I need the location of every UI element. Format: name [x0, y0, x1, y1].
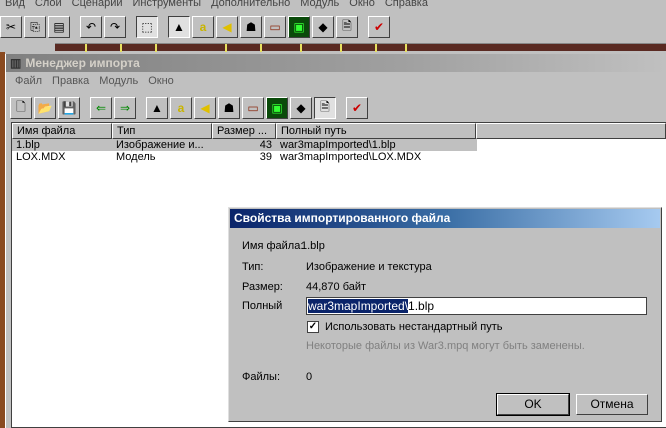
object-editor-icon[interactable]: a: [192, 16, 214, 38]
table-row[interactable]: LOX.MDX Модель 39 war3mapImported\LOX.MD…: [12, 151, 666, 163]
filename-value: 1.blp: [301, 240, 325, 252]
object-editor-icon[interactable]: a: [170, 97, 192, 119]
type-label: Тип:: [242, 261, 264, 273]
cancel-button[interactable]: Отмена: [576, 394, 648, 415]
menu-tools[interactable]: Инструменты: [128, 0, 207, 12]
export-file-icon[interactable]: ⇒: [114, 97, 136, 119]
menu-window[interactable]: Окно: [344, 0, 380, 12]
path-selected-text: war3mapImported\: [308, 299, 409, 313]
replace-note: Некоторые файлы из War3.mpq могут быть з…: [306, 340, 585, 352]
checkmark-icon: ✓: [307, 321, 319, 333]
custom-path-checkbox[interactable]: ✓ Использовать нестандартный путь: [307, 321, 503, 333]
undo-icon[interactable]: ↶: [80, 16, 102, 38]
cell-type: Модель: [116, 151, 156, 163]
window-menubar: Файл Правка Модуль Окно: [6, 72, 666, 90]
size-label: Размер:: [242, 281, 283, 293]
import-file-icon[interactable]: ⇐: [90, 97, 112, 119]
open-icon[interactable]: 📂: [34, 97, 56, 119]
menu-edit[interactable]: Правка: [47, 75, 94, 87]
test-map-icon[interactable]: ✔: [368, 16, 390, 38]
terrain-editor-icon[interactable]: ▲: [146, 97, 168, 119]
import-manager-icon[interactable]: 🗎: [336, 16, 358, 38]
column-filename[interactable]: Имя файла: [12, 123, 112, 139]
checkbox-label: Использовать нестандартный путь: [325, 321, 503, 333]
unit-editor-icon[interactable]: ☗: [240, 16, 262, 38]
cell-path: war3mapImported\LOX.MDX: [280, 151, 422, 163]
trigger-editor-icon[interactable]: ▭: [264, 16, 286, 38]
redo-icon[interactable]: ↷: [104, 16, 126, 38]
menu-advanced[interactable]: Дополнительно: [206, 0, 295, 12]
column-size[interactable]: Размер ...: [212, 123, 276, 139]
main-toolbar: ✂ ⎘ ▤ ↶ ↷ ⬚ ▲ a ◀ ☗ ▭ ▣ ◆ 🗎 ✔: [0, 16, 392, 38]
select-icon[interactable]: ⬚: [136, 16, 158, 38]
menu-scenario[interactable]: Сценарий: [67, 0, 128, 12]
map-canvas-strip: [55, 43, 666, 52]
window-title: Менеджер импорта: [25, 56, 140, 70]
column-fullpath[interactable]: Полный путь: [276, 123, 476, 139]
object-manager-icon[interactable]: ◆: [312, 16, 334, 38]
list-header: Имя файла Тип Размер ... Полный путь: [12, 123, 666, 139]
type-value: Изображение и текстура: [306, 261, 432, 273]
table-row[interactable]: 1.blp Изображение и... 43 war3mapImporte…: [12, 139, 477, 151]
copy-icon[interactable]: ⎘: [24, 16, 46, 38]
save-icon[interactable]: 💾: [58, 97, 80, 119]
cell-path: war3mapImported\1.blp: [280, 139, 396, 151]
menu-layer[interactable]: Слой: [30, 0, 67, 12]
column-type[interactable]: Тип: [112, 123, 212, 139]
path-input[interactable]: war3mapImported\1.blp: [306, 297, 647, 315]
ai-editor-icon[interactable]: ▣: [288, 16, 310, 38]
cell-size: 39: [259, 151, 272, 163]
sound-editor-icon[interactable]: ◀: [194, 97, 216, 119]
file-properties-dialog: Свойства импортированного файла Имя файл…: [228, 207, 662, 422]
cell-size: 43: [259, 139, 272, 151]
paste-icon[interactable]: ▤: [48, 16, 70, 38]
size-value: 44,870 байт: [306, 281, 367, 293]
ai-editor-icon[interactable]: ▣: [266, 97, 288, 119]
menu-help[interactable]: Справка: [380, 0, 433, 12]
cell-type: Изображение и...: [116, 139, 204, 151]
files-value: 0: [306, 371, 313, 383]
ok-button[interactable]: OK: [496, 393, 570, 416]
cut-icon[interactable]: ✂: [0, 16, 22, 38]
terrain-editor-icon[interactable]: ▲: [168, 16, 190, 38]
dialog-title[interactable]: Свойства импортированного файла: [230, 209, 660, 228]
menu-module[interactable]: Модуль: [295, 0, 344, 12]
window-toolbar: 🗋 📂 💾 ⇐ ⇒ ▲ a ◀ ☗ ▭ ▣ ◆ 🗎 ✔: [10, 97, 370, 119]
path-rest-text: 1.blp: [408, 299, 435, 313]
filename-label: Имя файла:: [242, 240, 304, 252]
sound-editor-icon[interactable]: ◀: [216, 16, 238, 38]
trigger-editor-icon[interactable]: ▭: [242, 97, 264, 119]
menu-window[interactable]: Окно: [143, 75, 179, 87]
object-manager-icon[interactable]: ◆: [290, 97, 312, 119]
cell-name: LOX.MDX: [16, 151, 66, 163]
menu-module[interactable]: Модуль: [94, 75, 143, 87]
files-label: Файлы:: [242, 371, 281, 383]
cell-name: 1.blp: [16, 139, 40, 151]
import-manager-icon: ▥: [10, 56, 22, 70]
menu-file[interactable]: Файл: [10, 75, 47, 87]
menu-view[interactable]: Вид: [0, 0, 30, 12]
test-map-icon[interactable]: ✔: [346, 97, 368, 119]
new-icon[interactable]: 🗋: [10, 97, 32, 119]
path-label: Полный: [242, 300, 283, 312]
window-titlebar[interactable]: ▥ Менеджер импорта: [6, 54, 666, 72]
import-manager-icon[interactable]: 🗎: [314, 97, 336, 119]
unit-editor-icon[interactable]: ☗: [218, 97, 240, 119]
main-menubar: Вид Слой Сценарий Инструменты Дополнител…: [0, 0, 666, 12]
